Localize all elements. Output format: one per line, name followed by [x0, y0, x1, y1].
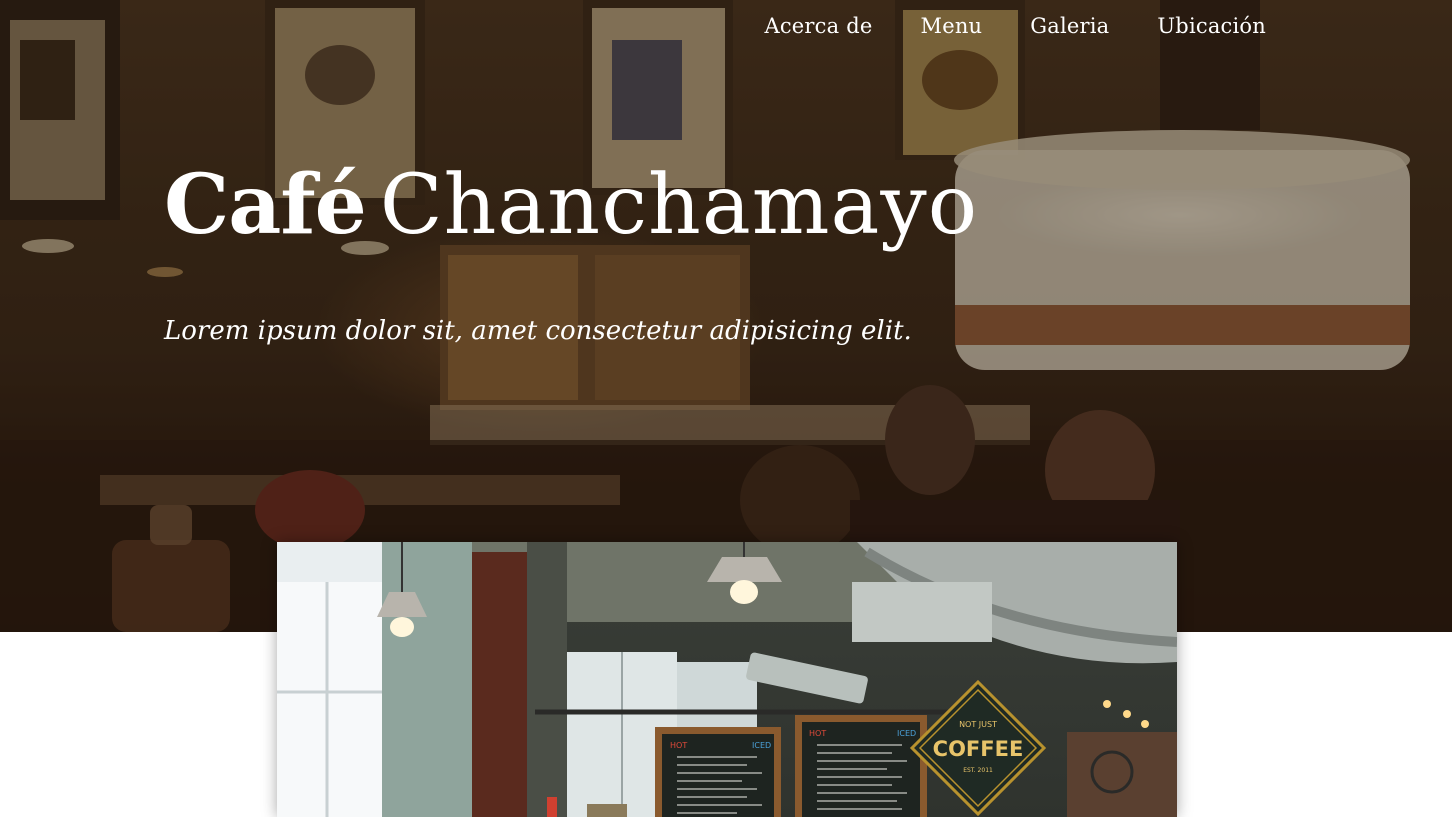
- feature-image: HOT ICED HOT ICED NOT JUST COFFEE EST. 2…: [277, 542, 1177, 817]
- board-left-iced: ICED: [752, 741, 771, 750]
- board-right-iced: ICED: [897, 729, 916, 738]
- hero-tagline: Lorem ipsum dolor sit, amet consectetur …: [164, 316, 912, 346]
- cafe-interior-image: HOT ICED HOT ICED NOT JUST COFFEE EST. 2…: [277, 542, 1177, 817]
- main-nav: Acerca de Menu Galeria Ubicación: [764, 10, 1266, 42]
- board-left-hot: HOT: [670, 741, 687, 750]
- coffee-sign: NOT JUST COFFEE EST. 2011: [909, 679, 1047, 817]
- nav-link-galeria[interactable]: Galeria: [1006, 10, 1133, 42]
- page-title-bold: Café: [164, 157, 367, 253]
- coffee-sign-top: NOT JUST: [959, 720, 997, 729]
- board-right-hot: HOT: [809, 729, 826, 738]
- nav-link-ubicacion[interactable]: Ubicación: [1133, 10, 1266, 42]
- nav-link-menu[interactable]: Menu: [897, 10, 1007, 42]
- coffee-sign-main: COFFEE: [933, 737, 1024, 761]
- hero-section: Acerca de Menu Galeria Ubicación Café Cha…: [0, 0, 1452, 632]
- nav-link-acerca-de[interactable]: Acerca de: [764, 10, 896, 42]
- page-title-light: Chanchamayo: [379, 158, 979, 253]
- page-title: Café Chanchamayo: [164, 150, 978, 261]
- coffee-sign-bottom: EST. 2011: [963, 767, 993, 774]
